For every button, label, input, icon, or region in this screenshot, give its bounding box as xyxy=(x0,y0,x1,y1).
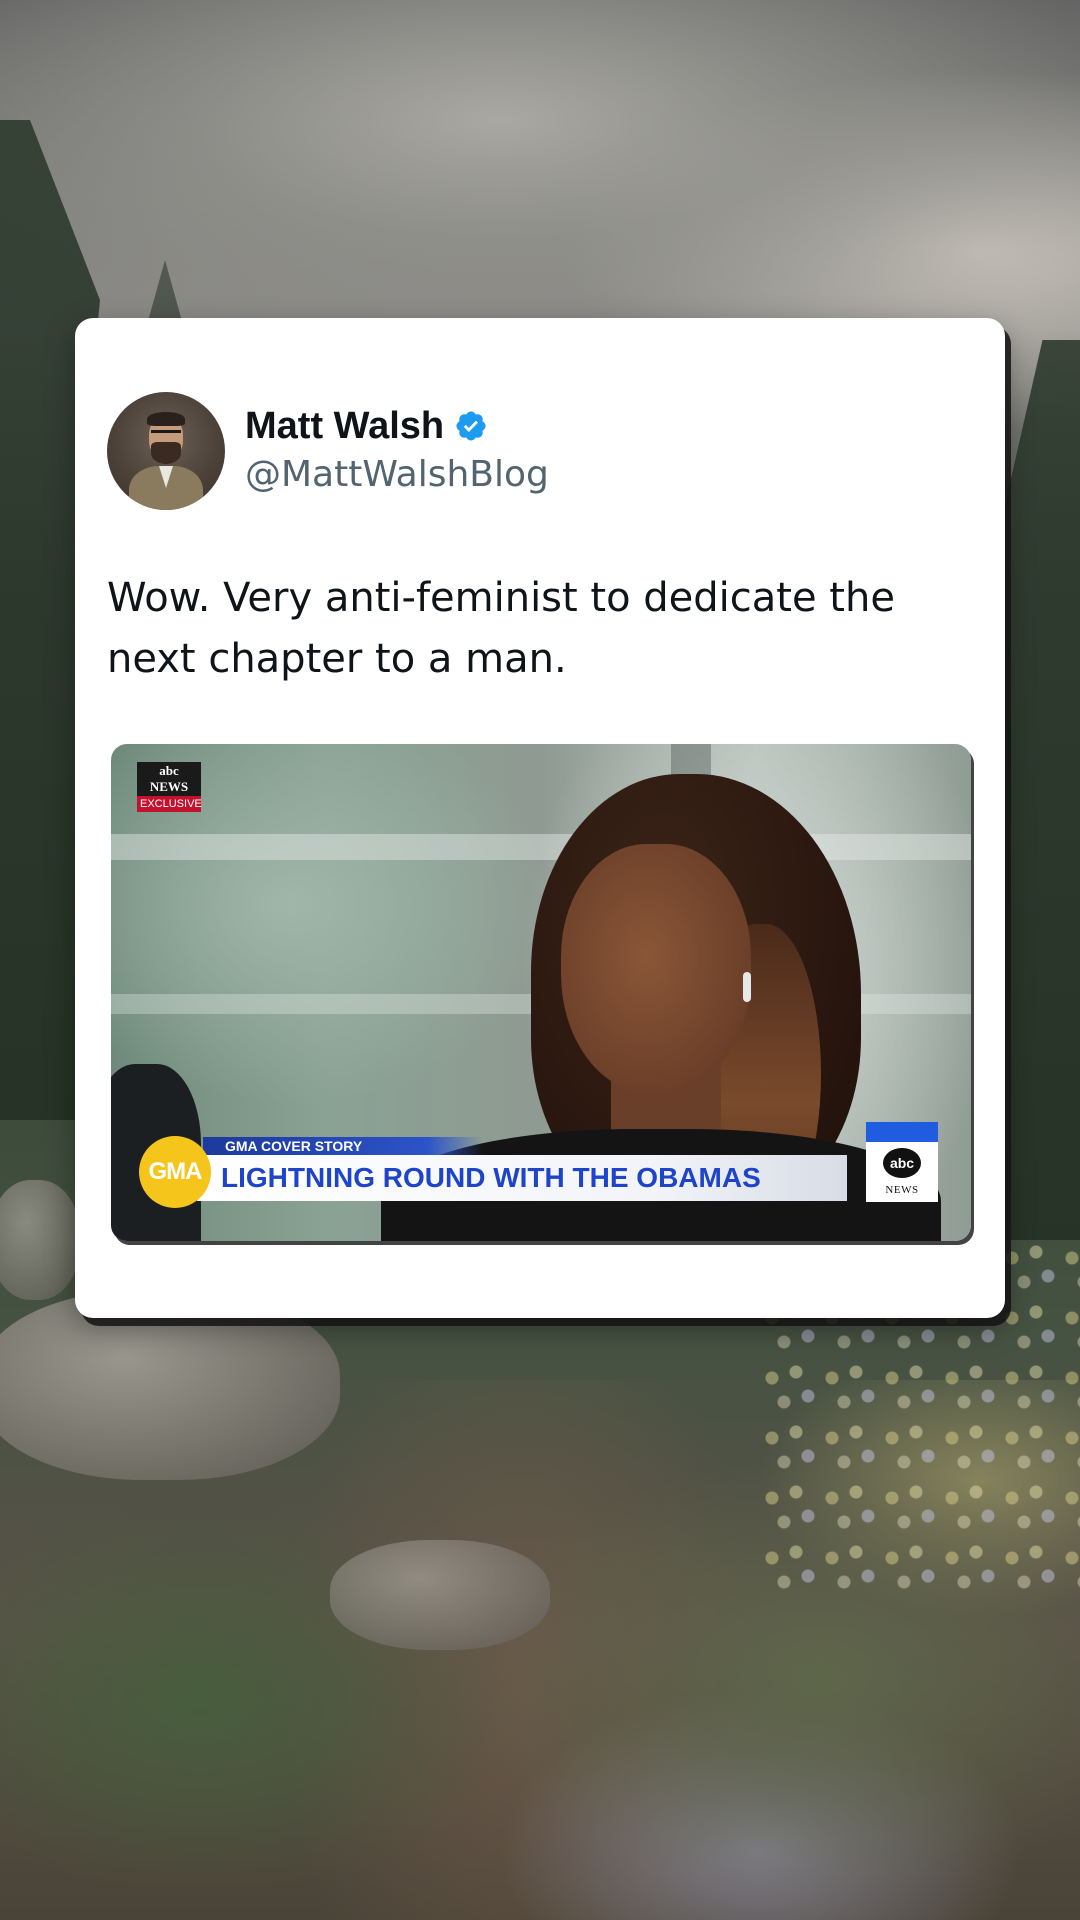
segment-label: GMA COVER STORY xyxy=(203,1137,483,1155)
background-window-frame xyxy=(111,834,971,860)
news-headline: LIGHTNING ROUND WITH THE OBAMAS xyxy=(197,1155,847,1201)
author-display-name[interactable]: Matt Walsh xyxy=(245,403,444,449)
boulder-small xyxy=(0,1180,80,1300)
abc-news-network-bug: abc NEWS xyxy=(866,1122,938,1202)
author-handle[interactable]: @MattWalshBlog xyxy=(245,451,549,499)
gma-logo-badge: GMA xyxy=(139,1136,211,1208)
network-bug-stripe xyxy=(866,1122,938,1142)
interviewee-face xyxy=(561,844,751,1094)
tweet-media-video-still[interactable]: abc NEWS EXCLUSIVE GMA GMA COVER STORY L… xyxy=(111,744,971,1241)
name-row: Matt Walsh xyxy=(245,403,549,449)
trail-rock xyxy=(330,1540,550,1650)
abc-news-logo-text: abc NEWS xyxy=(137,762,201,796)
avatar-hair xyxy=(147,412,185,426)
tweet-author[interactable]: Matt Walsh @MattWalshBlog xyxy=(107,392,549,510)
avatar[interactable] xyxy=(107,392,225,510)
tweet-text: Wow. Very anti-feminist to dedicate the … xyxy=(107,575,895,682)
interviewee-earring xyxy=(743,972,751,1002)
boulder-large xyxy=(0,1290,340,1480)
news-lower-third: GMA GMA COVER STORY LIGHTNING ROUND WITH… xyxy=(111,1122,971,1241)
network-bug-label: NEWS xyxy=(885,1184,919,1196)
abc-news-exclusive-logo: abc NEWS EXCLUSIVE xyxy=(137,762,202,812)
background-scene: Matt Walsh @MattWalshBlog Wow. Very anti… xyxy=(0,0,1080,1920)
exclusive-label: EXCLUSIVE xyxy=(137,796,202,812)
avatar-beard xyxy=(151,442,181,464)
avatar-glasses xyxy=(151,430,181,439)
author-names: Matt Walsh @MattWalshBlog xyxy=(245,403,549,499)
tweet-card[interactable]: Matt Walsh @MattWalshBlog Wow. Very anti… xyxy=(75,318,1005,1318)
abc-logo-icon: abc xyxy=(883,1148,921,1178)
verified-badge-icon xyxy=(456,411,486,441)
